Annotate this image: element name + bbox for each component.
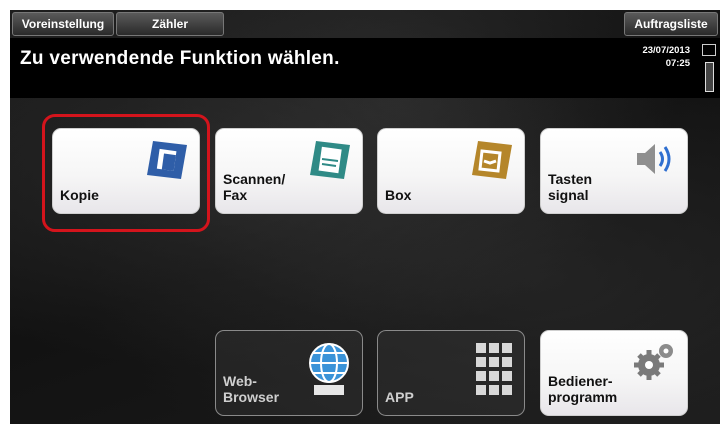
status-icon[interactable]: [702, 44, 716, 56]
page-title: Zu verwendende Funktion wählen.: [20, 48, 340, 69]
toner-gauge-icon: [705, 62, 714, 92]
gears-icon: [633, 341, 677, 386]
scan-fax-icon: [308, 139, 352, 188]
job-list-button[interactable]: Auftragsliste: [624, 12, 718, 36]
counter-button[interactable]: Zähler: [116, 12, 224, 36]
box-tile[interactable]: Box: [377, 128, 525, 214]
web-browser-tile-label: Web- Browser: [223, 373, 280, 405]
time-text: 07:25: [665, 58, 690, 69]
date-text: 23/07/2013: [642, 45, 690, 56]
copy-tile[interactable]: Kopie: [52, 128, 200, 214]
copy-icon: [145, 139, 189, 188]
globe-icon: [306, 341, 352, 404]
key-sound-tile-label: Tasten signal: [548, 171, 593, 203]
utility-tile[interactable]: Bediener- programm: [540, 330, 688, 416]
box-tile-label: Box: [385, 187, 412, 203]
key-sound-tile[interactable]: Tasten signal: [540, 128, 688, 214]
copy-tile-label: Kopie: [60, 187, 99, 203]
utility-tile-label: Bediener- programm: [548, 373, 618, 405]
message-header: Zu verwendende Funktion wählen. 23/07/20…: [10, 38, 720, 98]
date-time-display: 23/07/2013 07:25: [642, 44, 690, 70]
control-panel-screen: Voreinstellung Zähler Auftragsliste Zu v…: [10, 10, 720, 424]
box-icon: [470, 139, 514, 188]
app-grid-icon: [474, 341, 514, 406]
speaker-icon: [633, 139, 677, 184]
scan-fax-tile[interactable]: Scannen/ Fax: [215, 128, 363, 214]
web-browser-tile[interactable]: Web- Browser: [215, 330, 363, 416]
app-tile-label: APP: [385, 389, 414, 405]
scan-fax-tile-label: Scannen/ Fax: [223, 171, 286, 203]
app-tile[interactable]: APP: [377, 330, 525, 416]
preset-button[interactable]: Voreinstellung: [12, 12, 114, 36]
